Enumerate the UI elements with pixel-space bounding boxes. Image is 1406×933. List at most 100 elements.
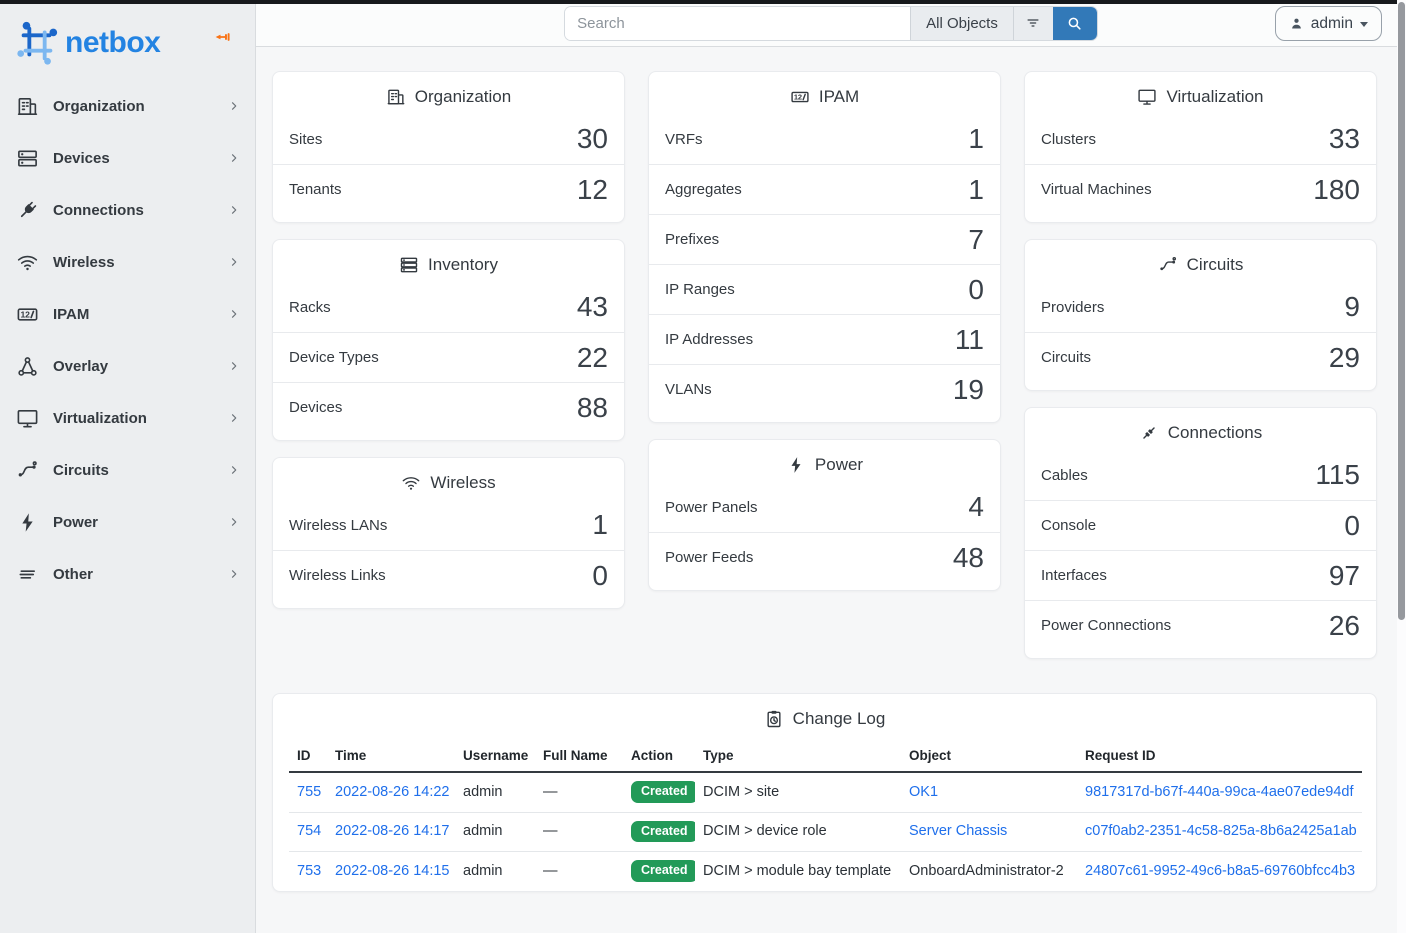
table-row: 754 2022-08-26 14:17 admin — Created DCI…	[289, 812, 1362, 852]
search-input[interactable]	[565, 7, 910, 40]
column-right: Virtualization Clusters 33 Virtual Machi…	[1024, 71, 1377, 659]
filter-icon	[1024, 14, 1042, 32]
status-badge: Created	[631, 860, 695, 882]
stat-value[interactable]: 1	[968, 123, 984, 155]
stat-label: Sites	[289, 131, 322, 148]
sidebar-item-devices[interactable]: Devices	[0, 132, 255, 184]
chevron-right-icon	[227, 151, 241, 165]
sidebar-item-organization[interactable]: Organization	[0, 80, 255, 132]
lines-icon	[16, 563, 39, 586]
stat-value[interactable]: 88	[577, 392, 608, 424]
changelog-id-link[interactable]: 753	[297, 863, 321, 879]
changelog-object-link[interactable]: Server Chassis	[909, 823, 1007, 839]
stat-value[interactable]: 48	[953, 542, 984, 574]
card-title: Circuits	[1187, 255, 1244, 275]
stat-value[interactable]: 180	[1313, 174, 1360, 206]
changelog-time-link[interactable]: 2022-08-26 14:17	[335, 823, 450, 839]
stat-row: Virtual Machines 180	[1025, 164, 1376, 214]
stat-value[interactable]: 1	[592, 509, 608, 541]
stat-label: Tenants	[289, 181, 342, 198]
stat-label: IP Addresses	[665, 331, 753, 348]
search-submit-button[interactable]	[1053, 7, 1097, 40]
stat-value[interactable]: 4	[968, 491, 984, 523]
netbox-logo-icon	[14, 20, 60, 66]
search-icon	[1066, 15, 1083, 32]
stat-row: Aggregates 1	[649, 164, 1000, 214]
stat-value[interactable]: 43	[577, 291, 608, 323]
card-header: 1 2 IPAM	[649, 72, 1000, 114]
changelog-object-link[interactable]: OK1	[909, 784, 938, 800]
column-header-requestid: Request ID	[1077, 740, 1362, 772]
graph-icon	[16, 355, 39, 378]
stat-row: Cables 115	[1025, 450, 1376, 500]
circuits-card: Circuits Providers 9 Circuits 29	[1024, 239, 1377, 391]
cable-icon	[1139, 423, 1159, 443]
sidebar-item-wireless[interactable]: Wireless	[0, 236, 255, 288]
sidebar-item-ipam[interactable]: 1 2 IPAM	[0, 288, 255, 340]
card-title: Organization	[415, 87, 511, 107]
inventory-card: Inventory Racks 43 Device Types 22 Devic…	[272, 239, 625, 441]
transit-icon	[16, 459, 39, 482]
transit-icon	[1158, 255, 1178, 275]
card-header: Change Log	[273, 694, 1376, 736]
stat-value[interactable]: 0	[1344, 510, 1360, 542]
sidebar-item-other[interactable]: Other	[0, 548, 255, 600]
stat-value[interactable]: 11	[955, 324, 984, 356]
sidebar-item-power[interactable]: Power	[0, 496, 255, 548]
card-header: Circuits	[1025, 240, 1376, 282]
stat-value[interactable]: 7	[968, 224, 984, 256]
stat-value[interactable]: 97	[1329, 560, 1360, 592]
stat-value[interactable]: 12	[577, 174, 608, 206]
stat-row: Device Types 22	[273, 332, 624, 382]
chevron-right-icon	[227, 203, 241, 217]
stat-value[interactable]: 0	[592, 560, 608, 592]
changelog-request-link[interactable]: 24807c61-9952-49c6-b8a5-69760bfcc4b3	[1085, 863, 1355, 879]
sidebar-item-virtualization[interactable]: Virtualization	[0, 392, 255, 444]
scrollbar-thumb[interactable]	[1398, 2, 1405, 620]
stat-row: Devices 88	[273, 382, 624, 432]
stat-label: Prefixes	[665, 231, 719, 248]
sidebar-item-label: Overlay	[53, 358, 227, 375]
column-header-action: Action	[623, 740, 695, 772]
stat-value[interactable]: 29	[1329, 342, 1360, 374]
search-scope-button[interactable]: All Objects	[910, 7, 1013, 40]
scrollbar-track[interactable]	[1397, 0, 1406, 933]
stat-label: Power Connections	[1041, 617, 1171, 634]
column-header-fullname: Full Name	[535, 740, 623, 772]
table-row: 753 2022-08-26 14:15 admin — Created DCI…	[289, 852, 1362, 891]
table-row: 755 2022-08-26 14:22 admin — Created DCI…	[289, 772, 1362, 812]
changelog-id-link[interactable]: 755	[297, 784, 321, 800]
stat-value[interactable]: 33	[1329, 123, 1360, 155]
card-header: Virtualization	[1025, 72, 1376, 114]
stat-value[interactable]: 26	[1329, 610, 1360, 642]
stat-value[interactable]: 1	[968, 174, 984, 206]
changelog-id-link[interactable]: 754	[297, 823, 321, 839]
changelog-request-link[interactable]: 9817317d-b67f-440a-99ca-4ae07ede94df	[1085, 784, 1353, 800]
stat-row: Tenants 12	[273, 164, 624, 214]
stat-label: VLANs	[665, 381, 712, 398]
changelog-request-link[interactable]: c07f0ab2-2351-4c58-825a-8b6a2425a1ab	[1085, 823, 1357, 839]
brand[interactable]: netbox	[0, 0, 255, 78]
card-header: Power	[649, 440, 1000, 482]
stat-row: Power Connections 26	[1025, 600, 1376, 650]
changelog-username: admin	[463, 863, 503, 879]
stat-value[interactable]: 19	[953, 374, 984, 406]
changelog-type: DCIM > site	[703, 784, 779, 800]
sidebar-item-overlay[interactable]: Overlay	[0, 340, 255, 392]
filter-button[interactable]	[1013, 7, 1053, 40]
pin-sidebar-icon[interactable]	[213, 28, 231, 46]
stat-value[interactable]: 22	[577, 342, 608, 374]
stat-value[interactable]: 30	[577, 123, 608, 155]
changelog-time-link[interactable]: 2022-08-26 14:15	[335, 863, 450, 879]
stat-value[interactable]: 9	[1344, 291, 1360, 323]
sidebar-item-connections[interactable]: Connections	[0, 184, 255, 236]
sidebar-item-circuits[interactable]: Circuits	[0, 444, 255, 496]
user-menu-button[interactable]: admin	[1275, 6, 1382, 41]
changelog-time-link[interactable]: 2022-08-26 14:22	[335, 784, 450, 800]
stat-value[interactable]: 115	[1315, 459, 1360, 491]
person-icon	[1289, 16, 1304, 31]
column-header-username: Username	[455, 740, 535, 772]
column-middle: 1 2 IPAM VRFs 1 Aggregates 1	[648, 71, 1001, 659]
stat-value[interactable]: 0	[968, 274, 984, 306]
stat-label: Racks	[289, 299, 331, 316]
